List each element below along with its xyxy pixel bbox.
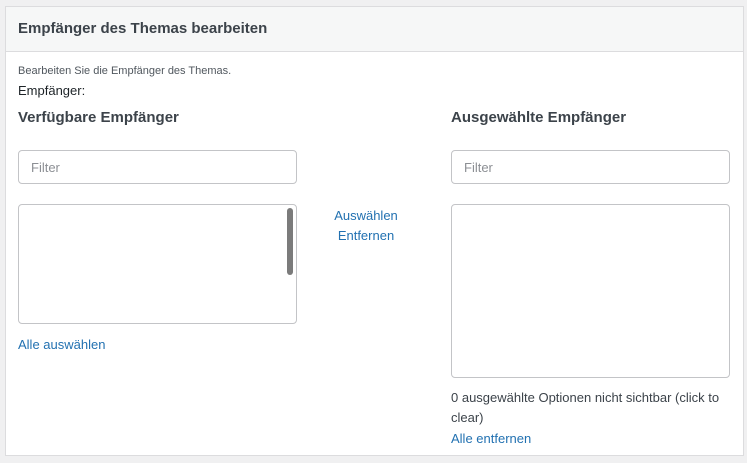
- available-list-scrollbar[interactable]: [287, 208, 293, 275]
- hidden-options-note[interactable]: 0 ausgewählte Optionen nicht sichtbar (c…: [451, 388, 736, 428]
- selected-filter-input[interactable]: [451, 150, 730, 184]
- recipients-field-label: Empfänger:: [18, 83, 86, 98]
- selected-recipients-heading: Ausgewählte Empfänger: [451, 109, 627, 126]
- panel-title: Empfänger des Themas bearbeiten: [18, 20, 268, 37]
- remove-button[interactable]: Entfernen: [316, 228, 416, 243]
- select-all-link[interactable]: Alle auswählen: [18, 337, 105, 352]
- description-text: Bearbeiten Sie die Empfänger des Themas.: [18, 65, 232, 77]
- selected-recipients-list[interactable]: [451, 204, 730, 378]
- select-button[interactable]: Auswählen: [316, 208, 416, 223]
- recipients-panel: Empfänger des Themas bearbeiten Bearbeit…: [5, 6, 744, 456]
- available-recipients-list[interactable]: [18, 204, 297, 324]
- remove-all-link[interactable]: Alle entfernen: [451, 431, 531, 446]
- available-filter-input[interactable]: [18, 150, 297, 184]
- panel-header: Empfänger des Themas bearbeiten: [6, 7, 743, 52]
- available-recipients-heading: Verfügbare Empfänger: [18, 109, 179, 126]
